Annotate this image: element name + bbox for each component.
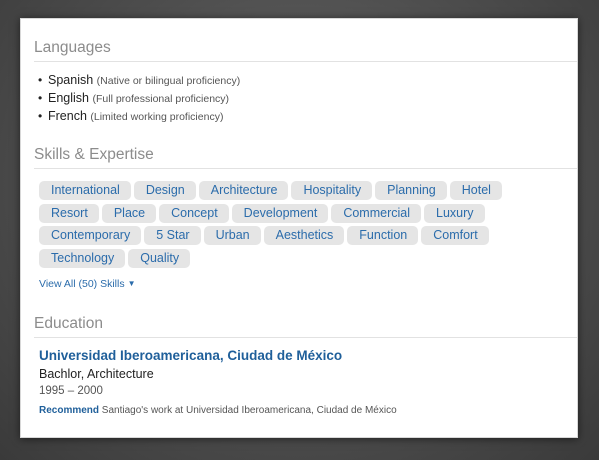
recommend-line: Recommend Santiago's work at Universidad… bbox=[39, 405, 397, 416]
language-level: (Limited working proficiency) bbox=[90, 111, 224, 123]
skill-tag[interactable]: Contemporary bbox=[39, 226, 142, 245]
skill-tag[interactable]: Aesthetics bbox=[263, 226, 345, 245]
skills-list: International Design Architecture Hospitali… bbox=[39, 181, 539, 271]
languages-list: • Spanish (Native or bilingual proficienc… bbox=[38, 72, 240, 126]
skill-tag[interactable]: Design bbox=[133, 181, 196, 200]
skill-tag[interactable]: Hospitality bbox=[291, 181, 373, 200]
school-link[interactable]: Universidad Iberoamericana, Ciudad de Mé… bbox=[39, 348, 342, 363]
bullet-icon: • bbox=[38, 109, 43, 123]
language-name: French bbox=[48, 109, 87, 123]
skill-tag[interactable]: Technology bbox=[39, 248, 126, 268]
skill-tag[interactable]: Comfort bbox=[421, 226, 489, 245]
skill-tag[interactable]: Hotel bbox=[449, 181, 502, 200]
skill-tag[interactable]: Development bbox=[231, 203, 329, 223]
skill-tag[interactable]: Architecture bbox=[198, 181, 289, 200]
skill-tag[interactable]: Resort bbox=[39, 203, 99, 223]
recommend-text: Santiago's work at Universidad Iberoamer… bbox=[101, 405, 397, 416]
skill-tag[interactable]: Function bbox=[347, 226, 419, 245]
language-name: Spanish bbox=[48, 73, 94, 87]
language-item: • French (Limited working proficiency) bbox=[38, 108, 240, 126]
language-level: (Full professional proficiency) bbox=[92, 93, 230, 105]
degree-text: Bachlor, Architecture bbox=[39, 367, 154, 381]
skill-tag[interactable]: Urban bbox=[203, 226, 261, 245]
language-level: (Native or bilingual proficiency) bbox=[96, 75, 241, 87]
language-name: English bbox=[48, 91, 89, 105]
language-item: • English (Full professional proficiency) bbox=[38, 90, 240, 108]
skill-tag[interactable]: Concept bbox=[159, 203, 229, 223]
profile-card: Languages • Spanish (Native or bilingual … bbox=[20, 18, 578, 438]
skills-heading: Skills & Expertise bbox=[34, 146, 577, 169]
recommend-link[interactable]: Recommend bbox=[39, 405, 99, 416]
skill-tag[interactable]: Quality bbox=[128, 248, 191, 268]
language-item: • Spanish (Native or bilingual proficienc… bbox=[38, 72, 240, 90]
languages-heading: Languages bbox=[34, 39, 577, 62]
view-all-label: View All (50) Skills bbox=[39, 278, 125, 290]
skill-tag[interactable]: Commercial bbox=[331, 203, 422, 223]
caret-down-icon: ▼ bbox=[127, 279, 136, 288]
skill-tag[interactable]: Place bbox=[101, 203, 157, 223]
skill-tag[interactable]: Luxury bbox=[424, 203, 485, 223]
skill-tag[interactable]: 5 Star bbox=[144, 226, 201, 245]
years-text: 1995 – 2000 bbox=[39, 385, 103, 397]
skill-tag[interactable]: International bbox=[39, 181, 131, 200]
bullet-icon: • bbox=[38, 91, 43, 105]
view-all-skills-link[interactable]: View All (50) Skills ▼ bbox=[39, 278, 136, 290]
bullet-icon: • bbox=[38, 73, 43, 87]
education-heading: Education bbox=[34, 315, 577, 338]
skill-tag[interactable]: Planning bbox=[375, 181, 447, 200]
